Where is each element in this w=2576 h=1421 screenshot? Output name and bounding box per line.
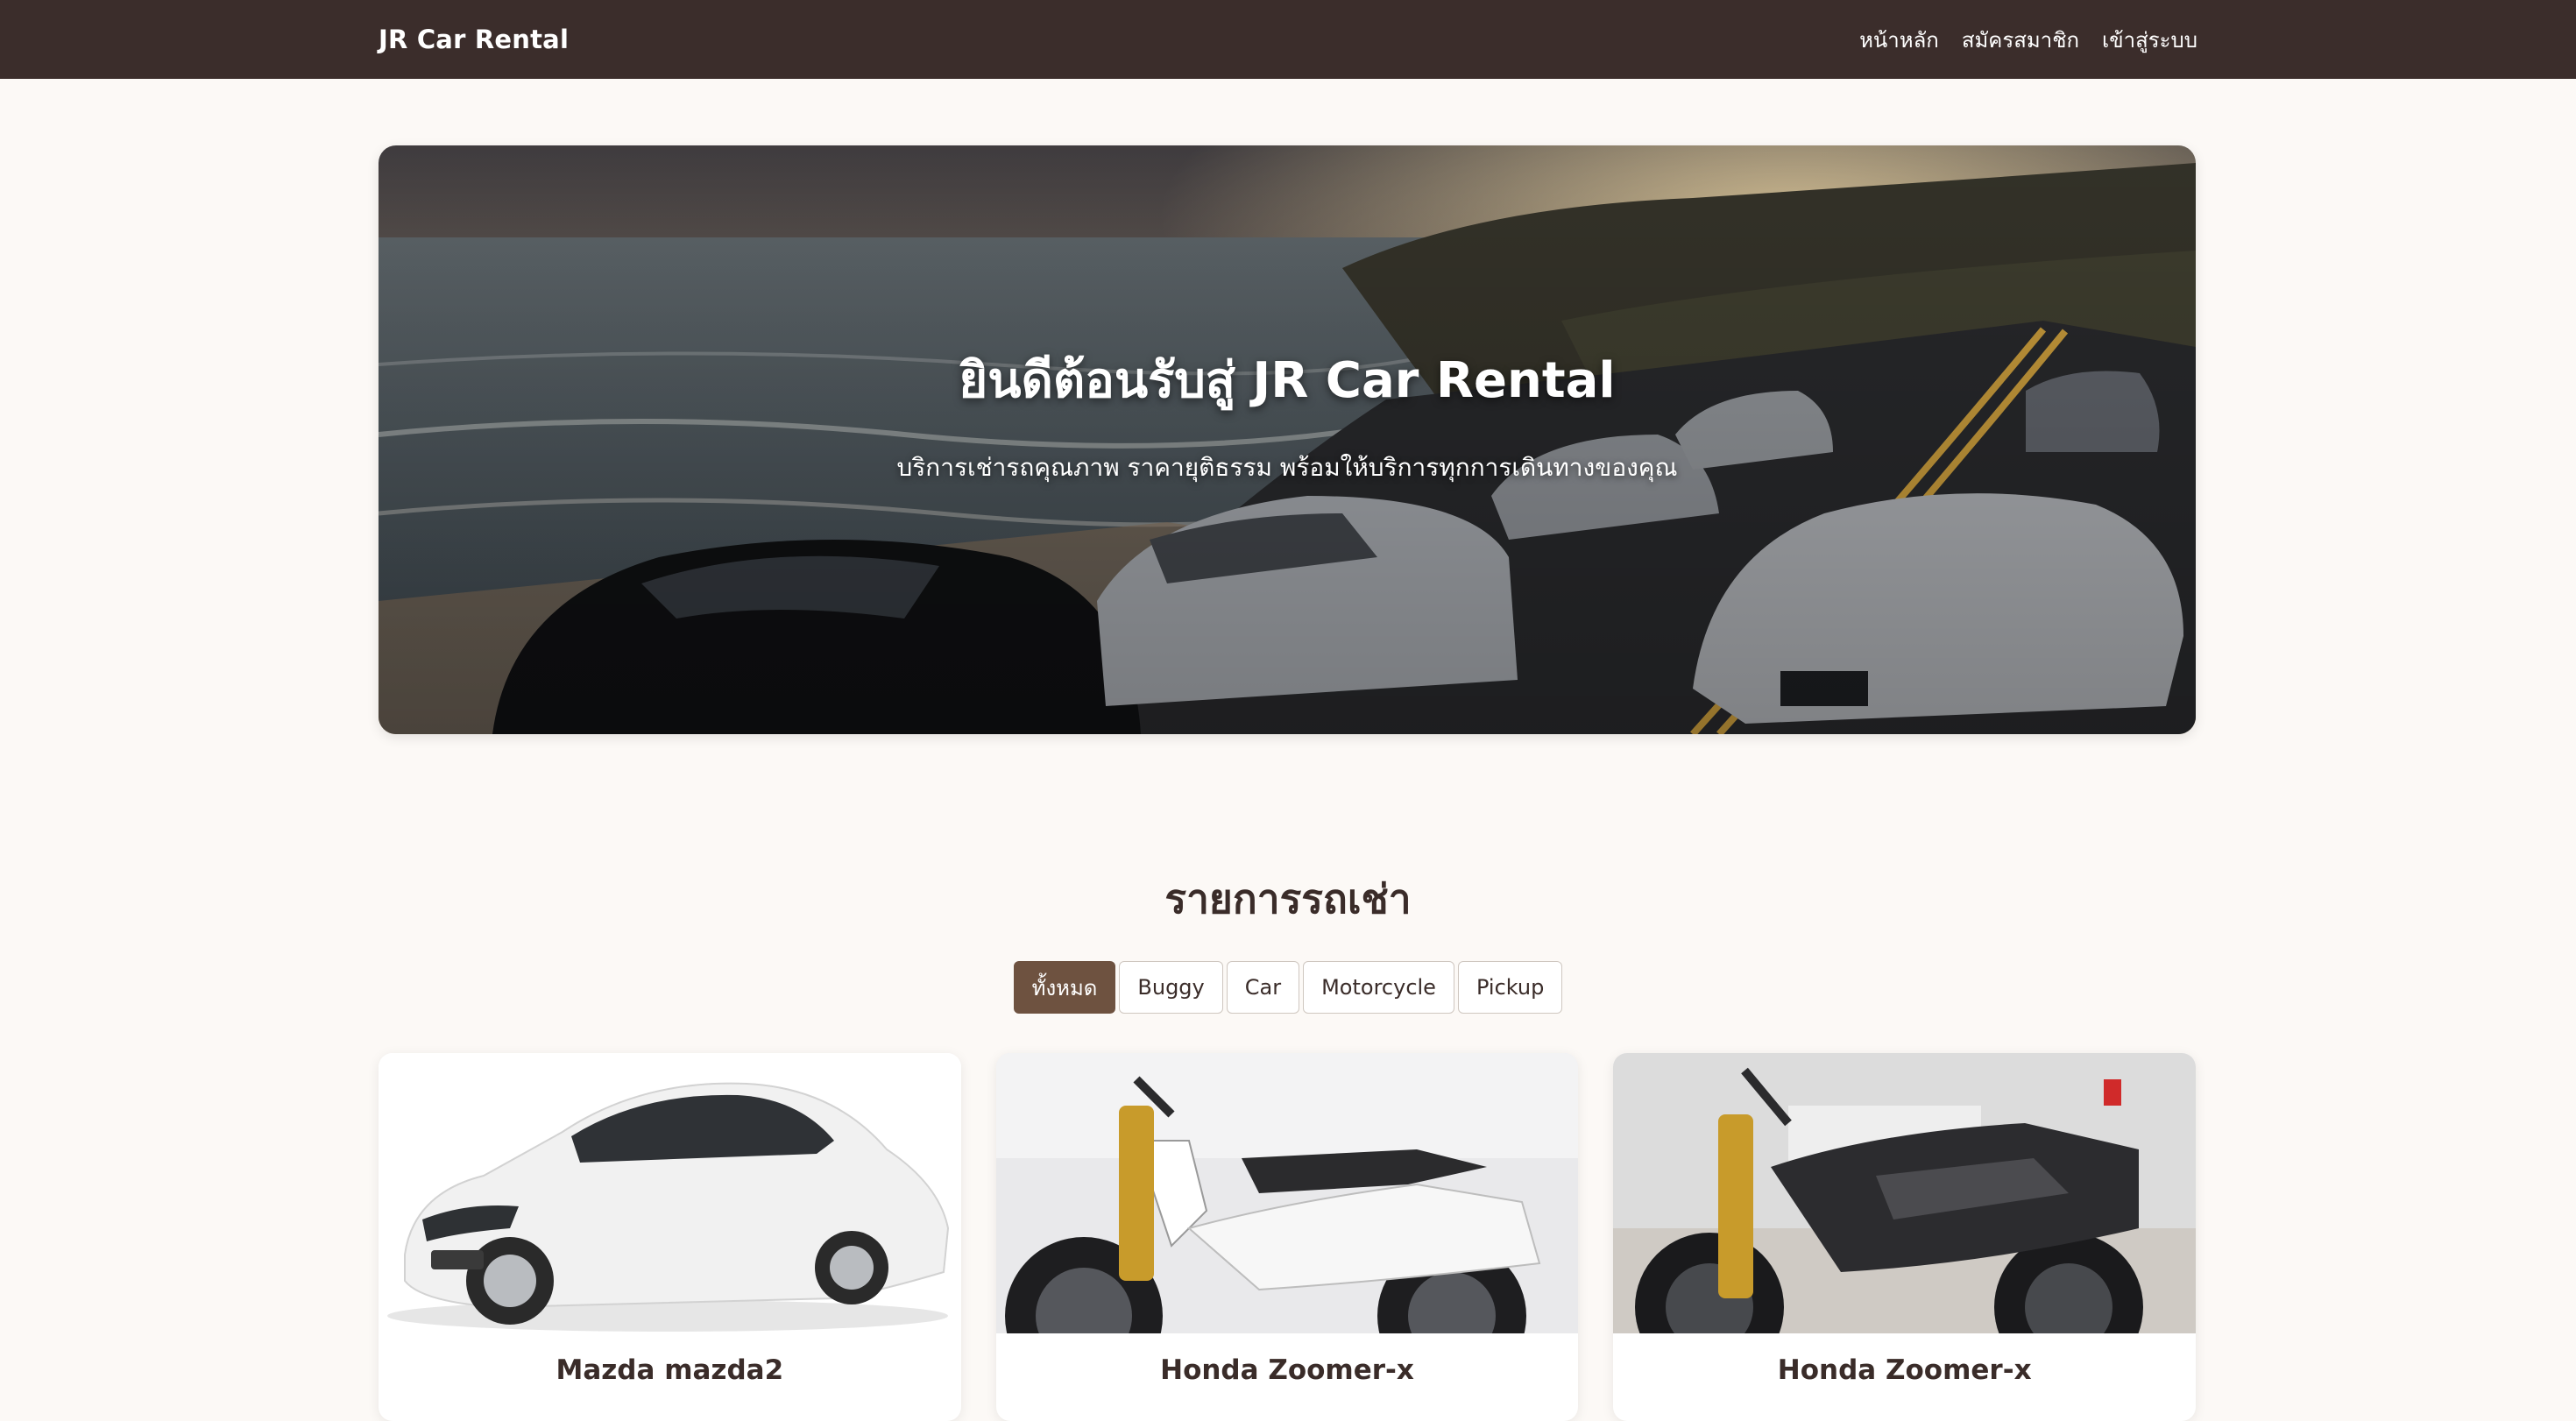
car-name: Honda Zoomer-x	[1777, 1354, 2032, 1386]
section-title: รายการรถเช่า	[1164, 875, 1412, 923]
nav-links: หน้าหลัก สมัครสมาชิก เข้าสู่ระบบ	[1859, 23, 2197, 57]
filter-buggy-button[interactable]: Buggy	[1119, 961, 1223, 1014]
white-scooter-image	[995, 1053, 1579, 1333]
filter-car-button[interactable]: Car	[1226, 961, 1300, 1014]
filter-all-button[interactable]: ทั้งหมด	[1013, 961, 1116, 1014]
hero-title: ยินดีต้อนรับสู่ JR Car Rental	[959, 351, 1616, 409]
car-list: Mazda mazda2 Honda Zoomer-x Honda Zoomer…	[379, 1053, 2197, 1421]
nav-link-login[interactable]: เข้าสู่ระบบ	[2102, 23, 2197, 57]
car-name: Mazda mazda2	[556, 1354, 784, 1386]
filter-motorcycle-button[interactable]: Motorcycle	[1303, 961, 1454, 1014]
car-card[interactable]: Honda Zoomer-x	[995, 1053, 1579, 1421]
brand-logo[interactable]: JR Car Rental	[379, 25, 569, 54]
car-image[interactable]	[379, 1053, 961, 1333]
nav-link-register[interactable]: สมัครสมาชิก	[1962, 23, 2079, 57]
car-name: Honda Zoomer-x	[1160, 1354, 1414, 1386]
hero-text: ยินดีต้อนรับสู่ JR Car Rental บริการเช่า…	[379, 145, 2196, 734]
car-image[interactable]	[995, 1053, 1579, 1333]
white-sedan-image	[379, 1053, 961, 1333]
black-scooter-image	[1613, 1053, 2197, 1333]
filter-pickup-button[interactable]: Pickup	[1457, 961, 1563, 1014]
navbar: JR Car Rental หน้าหลัก สมัครสมาชิก เข้าส…	[0, 0, 2576, 79]
hero-banner: ยินดีต้อนรับสู่ JR Car Rental บริการเช่า…	[379, 145, 2196, 734]
car-card[interactable]: Mazda mazda2	[379, 1053, 961, 1421]
category-filter: ทั้งหมด Buggy Car Motorcycle Pickup	[0, 961, 2576, 1014]
car-image[interactable]	[1613, 1053, 2197, 1333]
hero-subtitle: บริการเช่ารถคุณภาพ ราคายุติธรรม พร้อมให้…	[896, 452, 1678, 482]
car-card[interactable]: Honda Zoomer-x	[1613, 1053, 2197, 1421]
nav-link-home[interactable]: หน้าหลัก	[1859, 23, 1939, 57]
